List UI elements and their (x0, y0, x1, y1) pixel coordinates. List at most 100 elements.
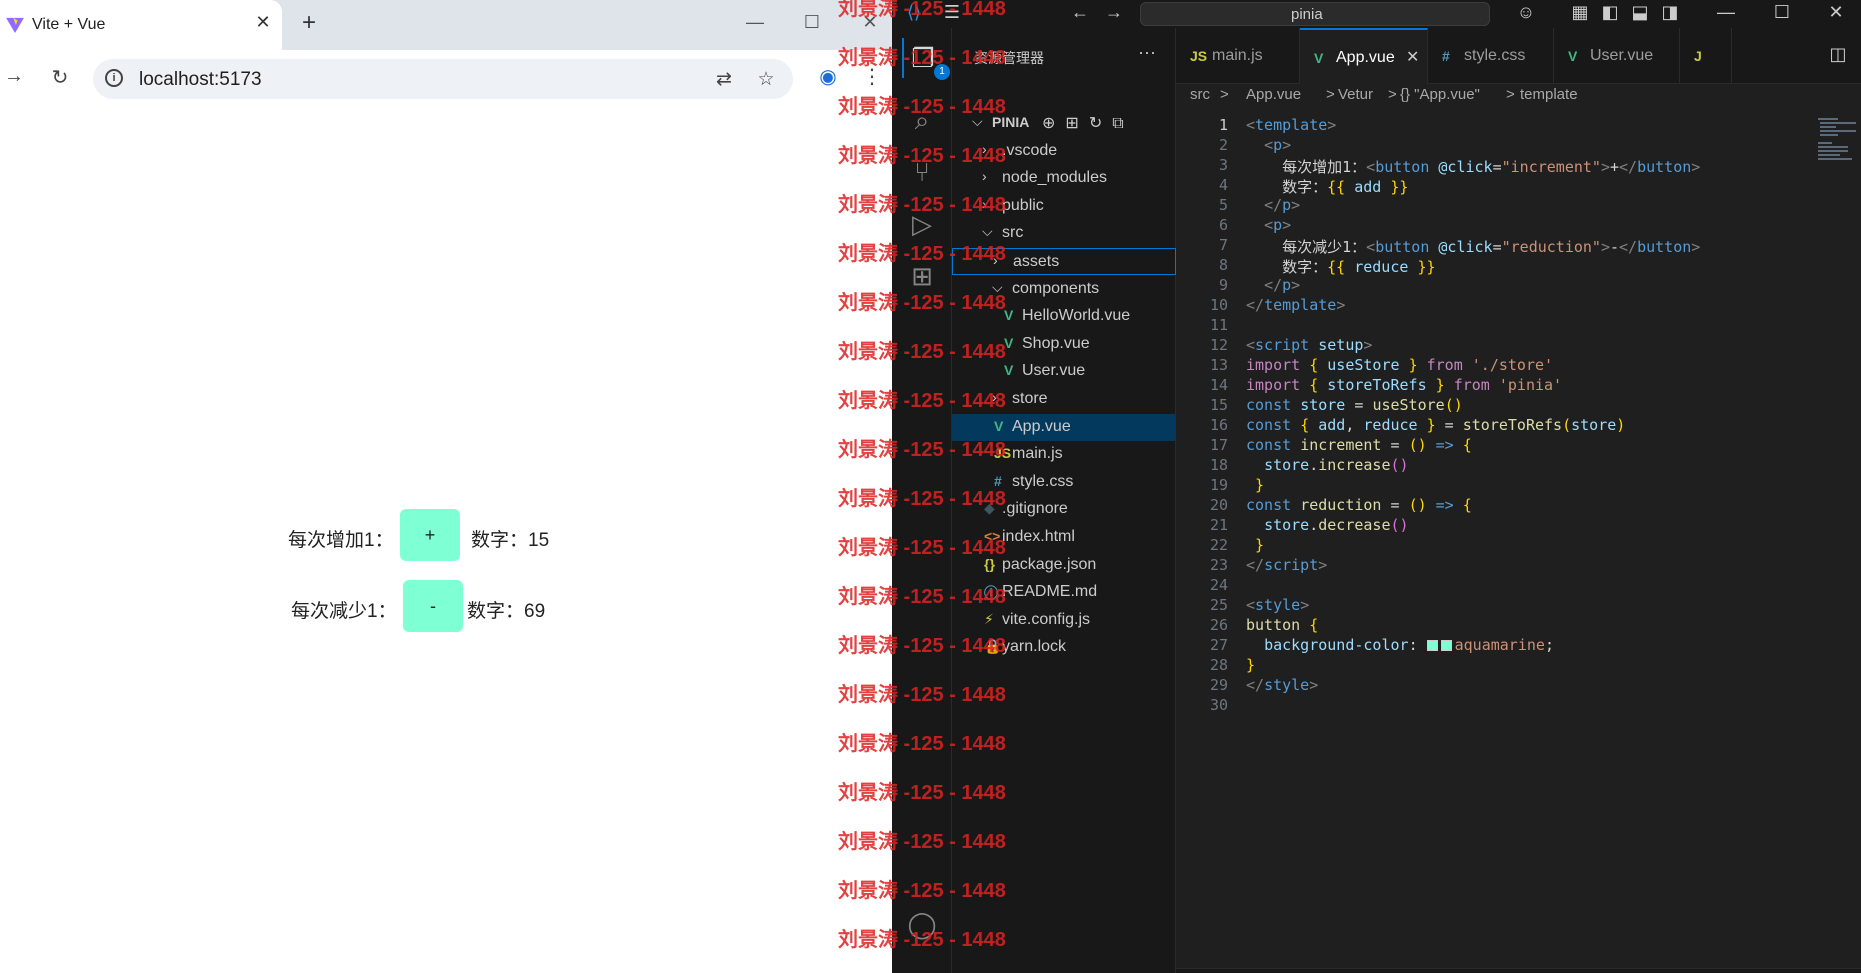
breadcrumb-item[interactable]: App.vue (1246, 86, 1301, 103)
search-icon[interactable]: ⌕ (902, 100, 942, 140)
window-close-button[interactable]: ✕ (855, 12, 885, 33)
vscode-maximize-button[interactable]: ☐ (1770, 2, 1794, 23)
tree-item[interactable]: # style.css (952, 469, 1176, 496)
code-line[interactable]: 6 <p> (1176, 216, 1861, 236)
tree-item[interactable]: ⓘ README.md (952, 579, 1176, 606)
browser-menu-icon[interactable]: ⋮ (858, 64, 886, 89)
tree-item[interactable]: › assets (952, 248, 1176, 275)
address-bar[interactable]: i localhost:5173 ⇄ ☆ (93, 59, 793, 99)
code-line[interactable]: 18 store.increase() (1176, 456, 1861, 476)
color-swatch-icon[interactable] (1440, 640, 1452, 651)
code-line[interactable]: 26 button { (1176, 616, 1861, 636)
code-line[interactable]: 28} (1176, 656, 1861, 676)
tree-item[interactable]: ⌵ components (952, 276, 1176, 303)
layout-icon[interactable]: ▦ (1568, 2, 1592, 23)
account-icon[interactable]: ◯ (902, 904, 942, 944)
breadcrumb-item[interactable]: template (1520, 86, 1578, 103)
code-line[interactable]: 7 每次减少1：<button @click="reduction">-</bu… (1176, 236, 1861, 256)
breadcrumb-item[interactable]: {} "App.vue" (1400, 86, 1480, 103)
code-line[interactable]: 23 </script> (1176, 556, 1861, 576)
code-line[interactable]: 21 store.decrease() (1176, 516, 1861, 536)
toggle-sidebar-icon[interactable]: ◧ (1598, 2, 1622, 23)
copilot-icon[interactable]: ☺ (1514, 2, 1538, 23)
tree-item[interactable]: V Shop.vue (952, 331, 1176, 358)
vscode-close-button[interactable]: ✕ (1824, 2, 1848, 23)
color-swatch-icon[interactable] (1426, 640, 1438, 651)
editor-tab[interactable]: # style.css (1428, 28, 1554, 84)
source-control-icon[interactable]: ⑂ (902, 152, 942, 192)
site-info-icon[interactable]: i (105, 69, 123, 87)
increment-button[interactable]: + (400, 509, 460, 561)
editor-tab[interactable]: V User.vue (1554, 28, 1680, 84)
run-debug-icon[interactable]: ▷ (902, 204, 942, 244)
code-line[interactable]: 13 import { useStore } from './store' (1176, 356, 1861, 376)
code-line[interactable]: 2 <p> (1176, 136, 1861, 156)
tree-item[interactable]: {} package.json (952, 552, 1176, 579)
maximize-button[interactable]: ☐ (797, 12, 827, 33)
reduction-button[interactable]: - (403, 580, 463, 632)
tree-item[interactable]: › store (952, 386, 1176, 413)
code-line[interactable]: 24 (1176, 576, 1861, 596)
nav-back-icon[interactable]: ← (1068, 2, 1092, 23)
editor-tab[interactable]: J (1680, 28, 1732, 84)
code-line[interactable]: 3 每次增加1：<button @click="increment">+</bu… (1176, 156, 1861, 176)
explorer-actions-icons[interactable]: ⊕⊞↻⧉ (1042, 113, 1134, 133)
breadcrumb-item[interactable]: src (1190, 86, 1210, 103)
code-line[interactable]: 20 const reduction = () => { (1176, 496, 1861, 516)
code-line[interactable]: 17 const increment = () => { (1176, 436, 1861, 456)
code-line[interactable]: 22 } (1176, 536, 1861, 556)
tab-close-icon[interactable]: ✕ (251, 12, 275, 33)
menu-icon[interactable]: ☰ (940, 2, 964, 23)
vscode-minimize-button[interactable]: — (1714, 2, 1738, 23)
profile-icon[interactable]: ◉ (814, 64, 842, 89)
code-line[interactable]: 1 <template> (1176, 116, 1861, 136)
code-line[interactable]: 10 </template> (1176, 296, 1861, 316)
bookmark-star-icon[interactable]: ☆ (753, 68, 779, 91)
tree-item[interactable]: › .vscode (952, 138, 1176, 165)
code-line[interactable]: 25 <style> (1176, 596, 1861, 616)
nav-forward-icon[interactable]: → (1102, 2, 1126, 23)
toggle-secondary-sidebar-icon[interactable]: ◨ (1658, 2, 1682, 23)
code-line[interactable]: 4 数字：{{ add }} (1176, 176, 1861, 196)
code-line[interactable]: 27 background-color: aquamarine; (1176, 636, 1861, 656)
breadcrumb-item[interactable]: Vetur (1338, 86, 1373, 103)
tree-item[interactable]: V App.vue (952, 413, 1176, 441)
code-line[interactable]: 11 (1176, 316, 1861, 336)
tree-item[interactable]: ⌵ src (952, 220, 1176, 247)
new-tab-button[interactable]: + (296, 9, 322, 37)
tree-item[interactable]: ⚡ vite.config.js (952, 607, 1176, 634)
tree-item[interactable]: 🔒 yarn.lock (952, 634, 1176, 661)
tab-close-icon[interactable]: ✕ (1406, 47, 1419, 67)
forward-icon[interactable]: → (0, 65, 28, 88)
editor-tab[interactable]: JS main.js (1176, 28, 1300, 84)
command-center[interactable]: pinia (1140, 2, 1490, 26)
code-line[interactable]: 12 <script setup> (1176, 336, 1861, 356)
editor-tab[interactable]: V App.vue ✕ (1300, 28, 1428, 84)
code-line[interactable]: 8 数字：{{ reduce }} (1176, 256, 1861, 276)
code-line[interactable]: 5 </p> (1176, 196, 1861, 216)
split-editor-icon[interactable]: ◫ (1826, 44, 1850, 65)
explorer-root-header[interactable]: ⌵ PINIA ⊕⊞↻⧉ (952, 110, 1176, 137)
toggle-panel-icon[interactable]: ⬓ (1628, 2, 1652, 23)
tree-item[interactable]: <> index.html (952, 524, 1176, 551)
minimize-button[interactable]: — (740, 12, 770, 33)
translate-icon[interactable]: ⇄ (711, 68, 737, 91)
code-line[interactable]: 14 import { storeToRefs } from 'pinia' (1176, 376, 1861, 396)
explorer-more-icon[interactable]: ··· (1138, 42, 1156, 63)
extensions-icon[interactable]: ⊞ (902, 256, 942, 296)
code-line[interactable]: 19 } (1176, 476, 1861, 496)
tree-item[interactable]: › node_modules (952, 165, 1176, 192)
explorer-icon[interactable]: ❐ 1 (902, 38, 950, 80)
reload-icon[interactable]: ↻ (46, 65, 74, 90)
code-line[interactable]: 30 (1176, 696, 1861, 716)
tree-item[interactable]: V User.vue (952, 358, 1176, 385)
browser-tab-active[interactable]: Vite + Vue ✕ (0, 0, 282, 50)
code-line[interactable]: 15 const store = useStore() (1176, 396, 1861, 416)
tree-item[interactable]: JS main.js (952, 441, 1176, 468)
code-line[interactable]: 16 const { add, reduce } = storeToRefs(st… (1176, 416, 1861, 436)
url-text[interactable]: localhost:5173 (139, 69, 262, 91)
tree-item[interactable]: ◆ .gitignore (952, 496, 1176, 523)
tree-item[interactable]: V HelloWorld.vue (952, 303, 1176, 330)
tree-item[interactable]: › public (952, 193, 1176, 220)
code-line[interactable]: 29 </style> (1176, 676, 1861, 696)
